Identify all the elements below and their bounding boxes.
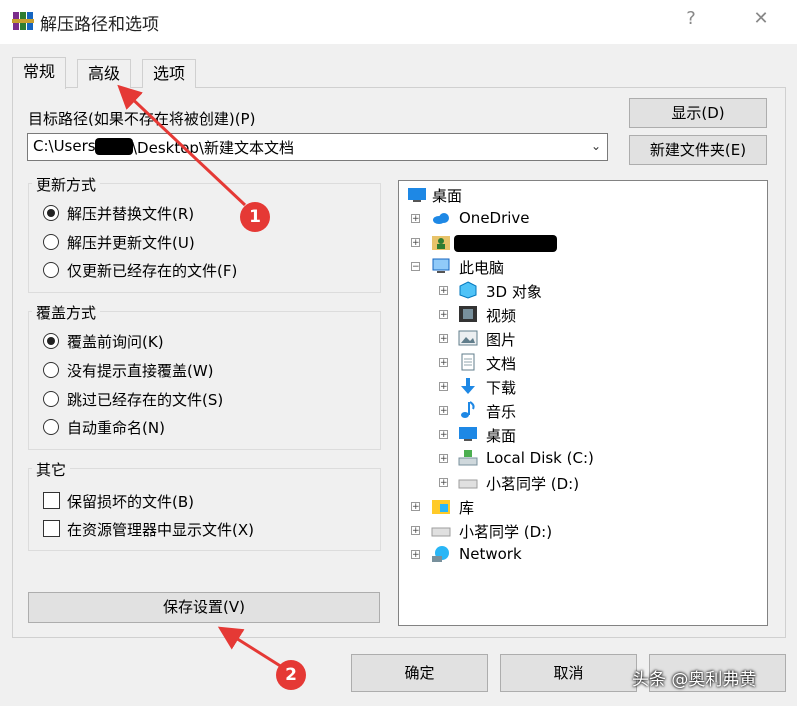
annotation-arrow-1 xyxy=(117,84,247,207)
annotation-arrows xyxy=(117,84,283,669)
annotation-marker-1: 1 xyxy=(240,202,270,232)
annotation-marker-2: 2 xyxy=(276,660,306,690)
annotation-arrow-2 xyxy=(217,626,283,669)
watermark: 头条 @奥利弗黄 xyxy=(632,670,757,690)
tab-general[interactable]: 常规 xyxy=(12,57,67,89)
